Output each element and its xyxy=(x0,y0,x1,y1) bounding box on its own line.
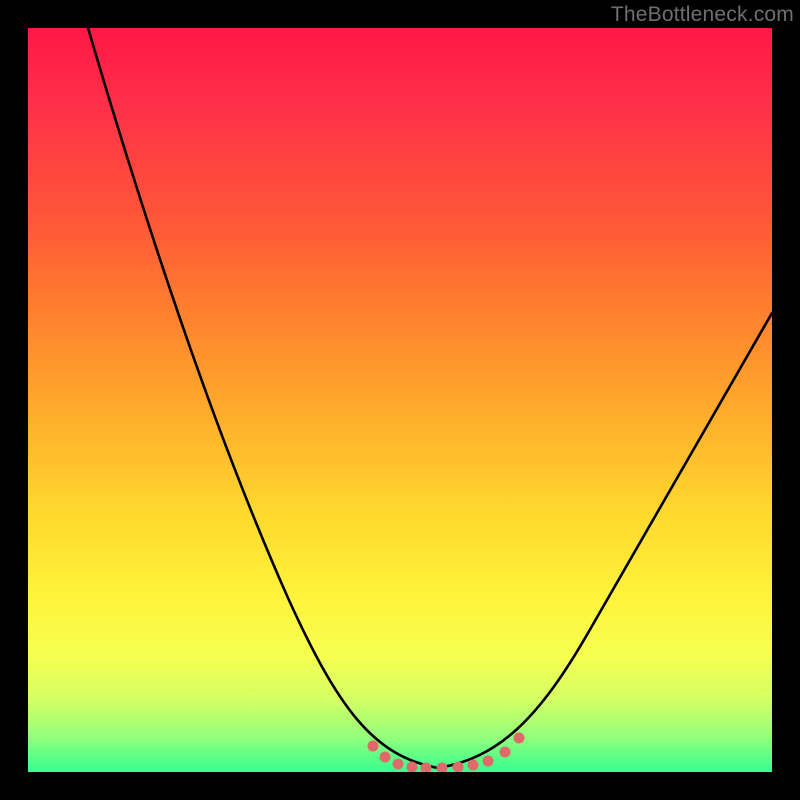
valley-markers xyxy=(368,733,525,773)
plot-area xyxy=(28,28,772,772)
curve-path xyxy=(88,28,772,768)
outer-frame: TheBottleneck.com xyxy=(0,0,800,800)
watermark-text: TheBottleneck.com xyxy=(611,3,794,27)
bottleneck-curve xyxy=(28,28,772,772)
